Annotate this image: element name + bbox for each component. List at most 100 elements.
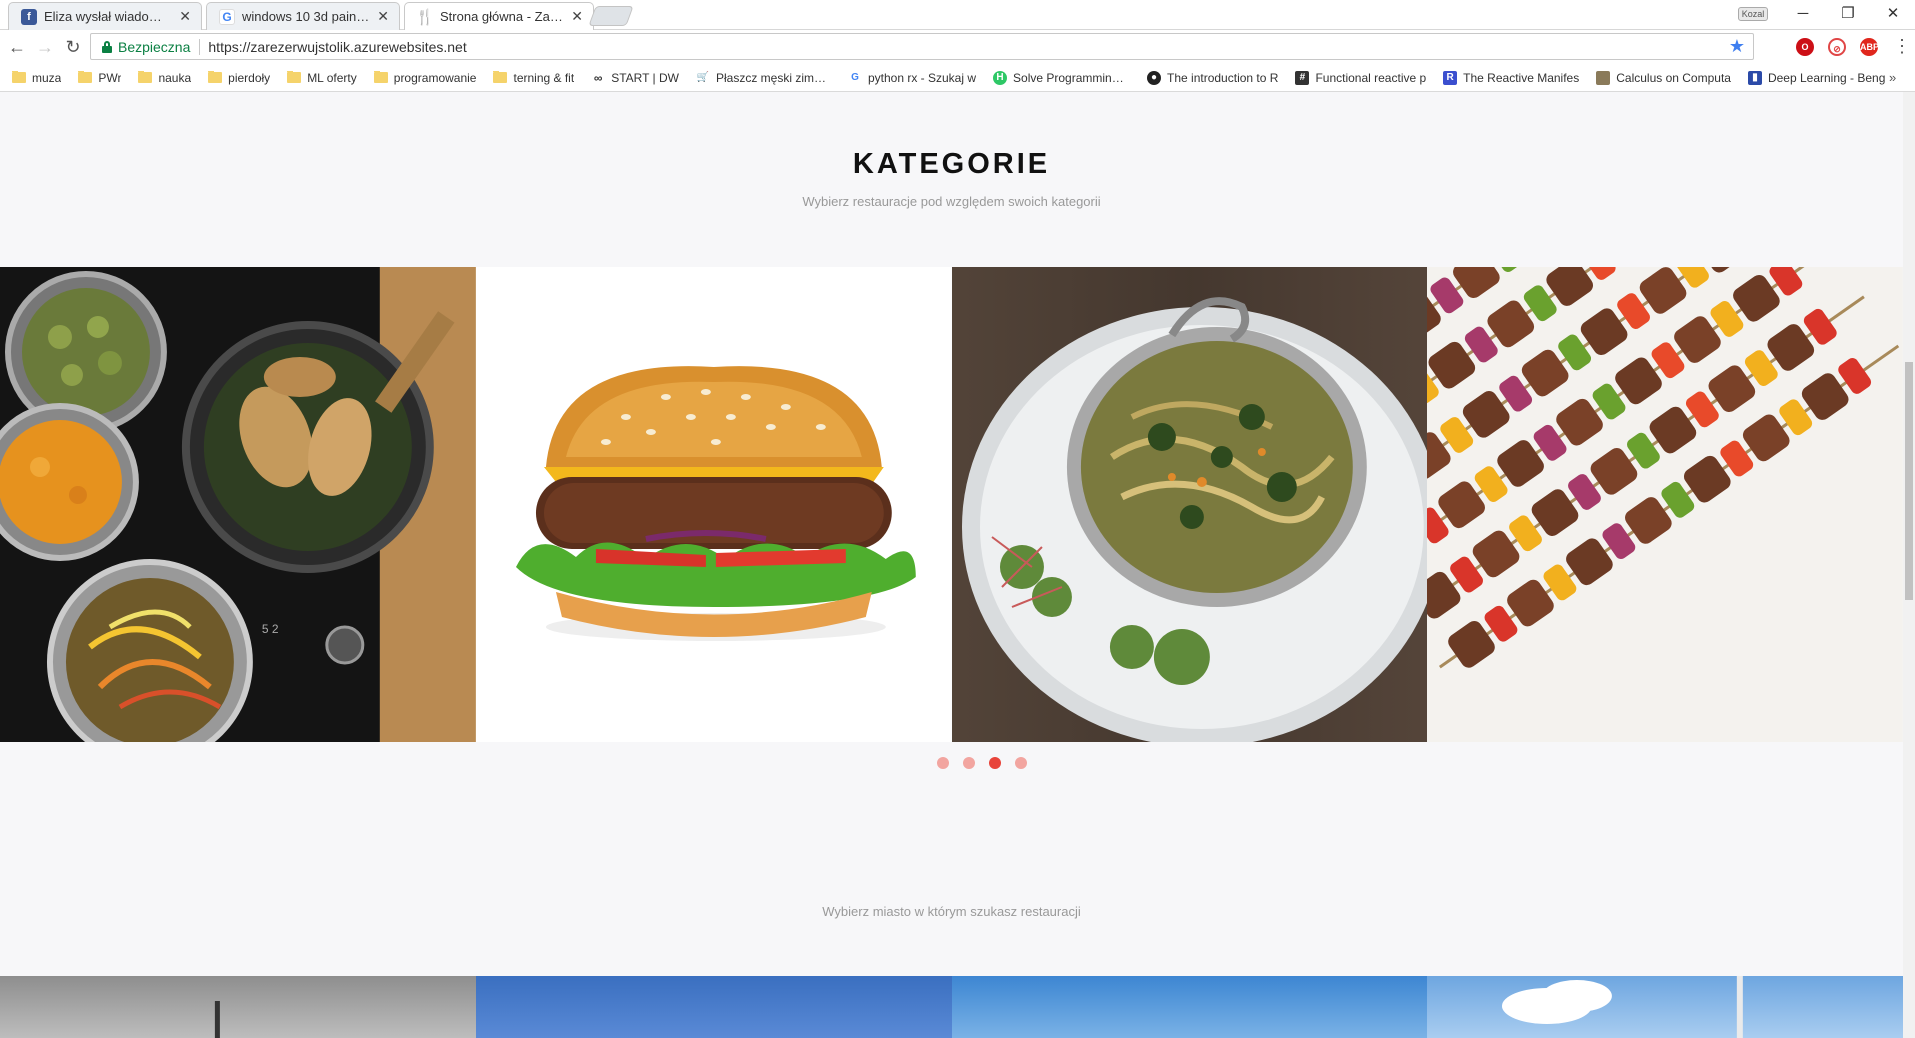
carousel-dot-3[interactable] (988, 757, 1001, 769)
close-window-icon[interactable]: ✕ (1883, 4, 1903, 24)
tab-facebook[interactable]: f Eliza wysłał wiadomość d ✕ (8, 2, 202, 30)
page-viewport: KATEGORIE Wybierz restauracje pod względ… (0, 92, 1903, 1038)
bookmark-item[interactable]: ML oferty (287, 70, 357, 85)
bookmark-label: terning & fit (513, 70, 575, 85)
url-text[interactable]: https://zarezerwujstolik.azurewebsites.n… (200, 39, 1728, 55)
folder-icon (138, 70, 153, 83)
bookmark-item[interactable]: Gpython rx - Szukaj w (848, 71, 976, 85)
new-tab-button[interactable] (588, 6, 634, 26)
categories-carousel[interactable]: 5 2 (0, 267, 1903, 742)
bookmark-label: The Reactive Manifes (1463, 70, 1580, 85)
tab-title: windows 10 3d paint zaz (242, 9, 371, 24)
bookmark-label: Calculus on Computa (1616, 70, 1731, 85)
minimize-icon[interactable]: ─ (1793, 4, 1813, 24)
bookmark-item[interactable]: R The Reactive Manifes (1443, 70, 1580, 85)
page-scrollbar[interactable] (1903, 92, 1915, 1038)
folder-icon (287, 70, 302, 83)
bookmarks-overflow-button[interactable]: » (1889, 70, 1896, 85)
bookmark-item[interactable]: pierdoły (208, 70, 271, 85)
opera-extension-icon[interactable]: O (1796, 38, 1814, 56)
facebook-icon: f (21, 8, 37, 25)
bookmark-label: muza (32, 70, 62, 85)
noodle-bowl-image[interactable] (951, 267, 1428, 742)
city-image-3[interactable] (951, 976, 1428, 1038)
tab-zarezerwuj[interactable]: 🍴 Strona główna - Zarezer ✕ (404, 2, 594, 30)
blocker-extension-icon[interactable]: ⊘ (1828, 38, 1846, 56)
bookmark-label: pierdoły (228, 70, 271, 85)
folder-icon (493, 70, 508, 83)
bookmark-item[interactable]: programowanie (373, 70, 477, 85)
scrollbar-thumb[interactable] (1905, 362, 1913, 600)
bookmark-item[interactable]: terning & fit (493, 70, 575, 85)
bookmark-item[interactable]: ▮ Deep Learning - Beng (1747, 70, 1886, 85)
bookmark-item[interactable]: Calculus on Computa (1596, 70, 1731, 85)
bookmarks-bar: muza PWr nauka pierdoły ML oferty progra… (0, 64, 1915, 92)
city-image-2[interactable] (475, 976, 952, 1038)
bookmark-item[interactable]: nauka (138, 70, 192, 85)
bookmark-label: Solve Programming C (1013, 70, 1131, 85)
cities-carousel[interactable] (0, 976, 1903, 1038)
fork-knife-icon: 🍴 (415, 8, 435, 26)
tab-strip: f Eliza wysłał wiadomość d ✕ G windows 1… (0, 0, 1915, 30)
bookmark-item[interactable]: # Functional reactive p (1295, 70, 1427, 85)
bookmark-label: PWr (98, 70, 122, 85)
bookmark-item[interactable]: ● The introduction to R (1147, 70, 1279, 85)
profile-badge[interactable]: Kozal (1738, 7, 1768, 21)
r-icon: R (1443, 70, 1458, 85)
bookmark-item[interactable]: PWr (78, 70, 122, 85)
close-icon[interactable]: ✕ (571, 8, 583, 25)
city-image-4[interactable] (1427, 976, 1903, 1038)
city-subtitle: Wybierz miasto w którym szukasz restaura… (822, 904, 1081, 919)
bookmark-item[interactable]: ∞ START | DW (591, 71, 679, 85)
bookmark-label: python rx - Szukaj w (867, 70, 977, 85)
tab-title: Eliza wysłał wiadomość d (44, 9, 172, 24)
reload-icon[interactable]: ↻ (61, 35, 85, 59)
google-icon: G (219, 8, 235, 25)
link-icon: ∞ (593, 70, 603, 85)
carousel-dot-1[interactable] (936, 757, 949, 769)
close-icon[interactable]: ✕ (179, 8, 191, 25)
chrome-menu-icon[interactable]: ⋮ (1893, 36, 1911, 56)
bookmark-item[interactable]: H Solve Programming C (993, 70, 1131, 85)
adblock-extension-icon[interactable]: ABP (1860, 38, 1879, 56)
github-icon: ● (1147, 70, 1162, 85)
carousel-pagination (0, 757, 1903, 769)
close-icon[interactable]: ✕ (377, 8, 389, 25)
carousel-dot-2[interactable] (962, 757, 975, 769)
folder-icon (373, 70, 388, 83)
tab-google[interactable]: G windows 10 3d paint zaz ✕ (206, 2, 400, 30)
browser-toolbar: ← → ↻ Bezpieczna https://zarezerwujstoli… (0, 30, 1915, 64)
svg-text:5 2: 5 2 (262, 622, 279, 636)
image-icon (1596, 70, 1611, 85)
bookmark-item[interactable]: muza (12, 70, 62, 85)
h-icon: H (993, 70, 1008, 85)
burger-image[interactable] (475, 267, 952, 742)
city-image-1[interactable] (0, 976, 476, 1038)
tab-title: Strona główna - Zarezer (440, 9, 564, 24)
bookmark-label: Functional reactive p (1315, 70, 1427, 85)
categories-title: KATEGORIE (852, 148, 1051, 180)
back-icon[interactable]: ← (5, 35, 29, 59)
bookmark-label: Deep Learning - Beng (1767, 70, 1886, 85)
restore-icon[interactable]: ❐ (1838, 4, 1858, 24)
book-icon: ▮ (1747, 70, 1762, 85)
carousel-dot-4[interactable] (1014, 757, 1027, 769)
forward-icon[interactable]: → (33, 35, 57, 59)
bookmark-item[interactable]: 🛒 Płaszcz męski zimowy (696, 71, 831, 85)
hash-icon: # (1295, 70, 1310, 85)
bookmark-label: nauka (158, 70, 192, 85)
bookmark-label: The introduction to R (1167, 70, 1279, 85)
stir-fry-pans-image[interactable]: 5 2 (0, 267, 476, 742)
categories-subtitle: Wybierz restauracje pod względem swoich … (802, 194, 1101, 209)
bookmark-label: programowanie (393, 70, 477, 85)
folder-icon (208, 70, 223, 83)
kebab-skewers-image[interactable] (1427, 267, 1903, 742)
lock-icon (102, 40, 112, 53)
bookmark-label: Płaszcz męski zimowy (715, 70, 831, 85)
security-label: Bezpieczna (118, 38, 201, 55)
bookmark-label: START | DW (611, 70, 679, 85)
cart-icon: 🛒 (696, 71, 710, 83)
folder-icon (12, 70, 26, 83)
bookmark-star-icon[interactable]: ★ (1729, 36, 1745, 57)
address-bar[interactable]: Bezpieczna https://zarezerwujstolik.azur… (90, 33, 1754, 60)
